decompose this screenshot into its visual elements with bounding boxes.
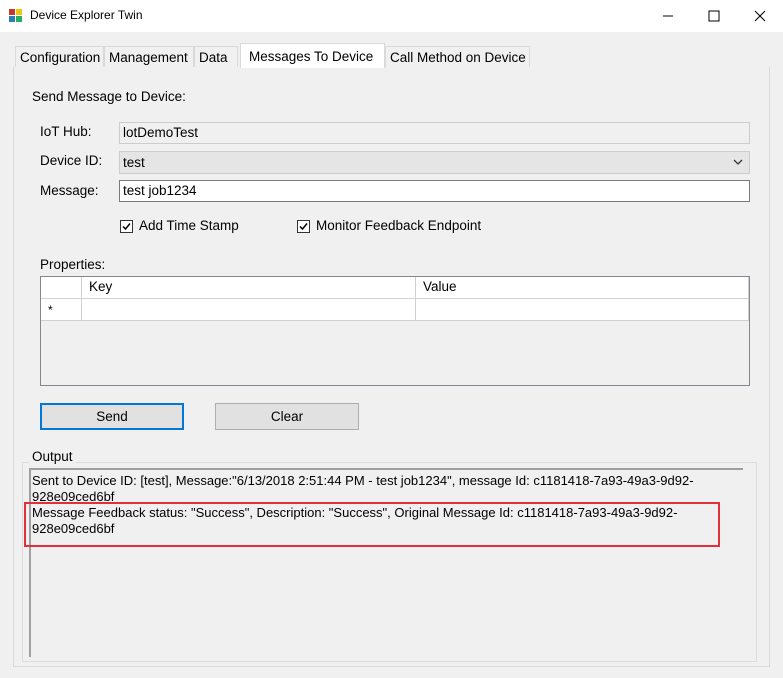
window-title: Device Explorer Twin xyxy=(30,8,143,22)
highlight-box xyxy=(24,502,720,547)
monitor-feedback-checkbox[interactable] xyxy=(297,220,310,233)
checkmark-icon xyxy=(122,223,131,231)
grid-new-row-marker: * xyxy=(41,299,82,321)
add-timestamp-checkbox[interactable] xyxy=(120,220,133,233)
close-icon xyxy=(754,10,766,22)
iot-hub-field[interactable]: lotDemoTest xyxy=(119,122,750,144)
maximize-button[interactable] xyxy=(691,0,737,32)
clear-button[interactable]: Clear xyxy=(215,403,359,430)
tab-call-method-on-device[interactable]: Call Method on Device xyxy=(385,46,530,67)
checkmark-icon xyxy=(299,223,308,231)
minimize-button[interactable] xyxy=(645,0,691,32)
output-line: Sent to Device ID: [test], Message:"6/13… xyxy=(32,473,694,504)
send-button[interactable]: Send xyxy=(40,403,184,430)
tab-management[interactable]: Management xyxy=(104,46,194,67)
output-label: Output xyxy=(29,449,76,464)
properties-label: Properties: xyxy=(40,257,106,272)
grid-header-key[interactable]: Key xyxy=(82,277,416,299)
chevron-down-icon xyxy=(733,159,743,165)
maximize-icon xyxy=(708,10,720,22)
device-id-value: test xyxy=(123,155,145,170)
message-label: Message: xyxy=(40,183,99,198)
tab-data[interactable]: Data xyxy=(194,46,238,67)
properties-grid[interactable]: Key Value * xyxy=(40,276,750,386)
grid-header-value[interactable]: Value xyxy=(416,277,749,299)
minimize-icon xyxy=(663,15,673,17)
tab-messages-to-device[interactable]: Messages To Device xyxy=(240,43,385,68)
monitor-feedback-label[interactable]: Monitor Feedback Endpoint xyxy=(316,218,481,233)
grid-cell-key[interactable] xyxy=(82,299,416,321)
device-id-label: Device ID: xyxy=(40,153,103,168)
grid-cell-value[interactable] xyxy=(416,299,749,321)
device-id-select[interactable]: test xyxy=(119,151,750,174)
message-input[interactable]: test job1234 xyxy=(119,180,750,202)
tab-configuration[interactable]: Configuration xyxy=(15,46,104,67)
send-message-heading: Send Message to Device: xyxy=(32,89,186,104)
grid-row-header-corner xyxy=(41,277,82,299)
add-timestamp-label[interactable]: Add Time Stamp xyxy=(139,218,239,233)
app-icon xyxy=(9,9,23,23)
close-button[interactable] xyxy=(737,0,783,32)
output-textbox[interactable]: Sent to Device ID: [test], Message:"6/13… xyxy=(29,468,743,657)
iot-hub-label: IoT Hub: xyxy=(40,124,92,139)
